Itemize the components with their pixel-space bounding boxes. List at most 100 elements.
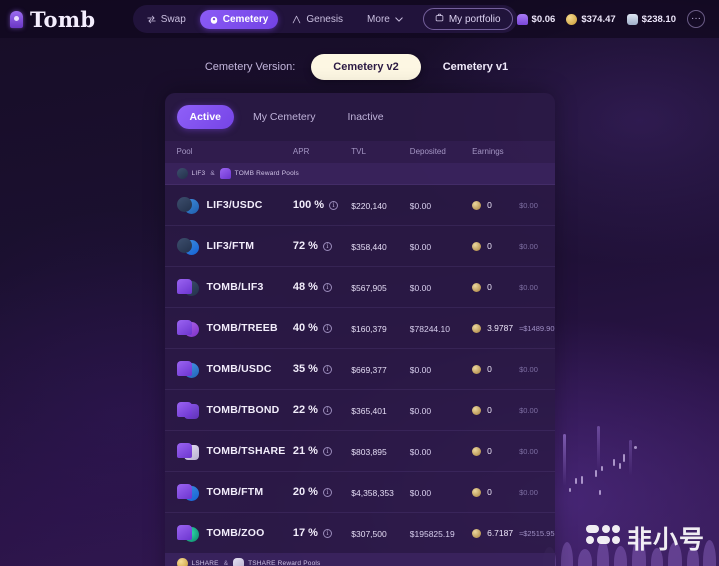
cell-earnings: 0 $0.00: [472, 472, 554, 513]
info-icon[interactable]: i: [322, 487, 332, 497]
price-value: $0.06: [531, 13, 556, 25]
version-label: Cemetery Version:: [204, 61, 296, 73]
pool-name: TOMB/TREEB: [206, 322, 278, 334]
earnings-amount: 0: [487, 241, 492, 251]
reward-coin-icon: [472, 200, 482, 210]
brand-logo[interactable]: Tomb: [10, 7, 133, 32]
token-pair-icon: [176, 524, 199, 542]
token-icon-tomb: [176, 360, 192, 376]
header-prices: $0.06 $374.47 $238.10 ···: [516, 10, 709, 28]
tab-inactive[interactable]: Inactive: [334, 105, 396, 129]
table-header-row: Pool APR TVL Deposited Earnings: [164, 141, 555, 163]
cell-apr: 48 % i: [293, 267, 351, 308]
nav-item-swap[interactable]: Swap: [137, 10, 196, 29]
apr-value: 17 %: [292, 527, 318, 539]
tvl-value: $803,895: [351, 447, 387, 457]
group-label: TSHARE Reward Pools: [248, 560, 321, 566]
nav-item-cemetery[interactable]: Cemetery: [199, 9, 279, 29]
briefcase-icon: [435, 13, 444, 25]
price-value: $374.47: [581, 13, 616, 25]
table-row[interactable]: TOMB/TREEB 40 % i $160,379 $78244.10 3.9787 ≈$…: [164, 307, 555, 349]
info-icon[interactable]: i: [322, 405, 332, 415]
info-icon[interactable]: i: [329, 200, 339, 210]
price-tomb[interactable]: $0.06: [516, 13, 556, 25]
ellipsis-icon[interactable]: ···: [687, 10, 705, 28]
cell-pool: LIF3/FTM: [165, 226, 293, 267]
tvl-value: $669,377: [351, 365, 387, 375]
token-icon-tomb: [176, 319, 192, 335]
token-icon-tomb: [176, 442, 192, 458]
table-row[interactable]: TOMB/USDC 35 % i $669,377 $0.00 0 $0.00: [164, 348, 555, 390]
nav-item-more[interactable]: More: [357, 10, 413, 29]
app-root: Tomb Swap Cemetery Genesis More My portf…: [0, 0, 719, 566]
pools-table: Pool APR TVL Deposited Earnings LIF3 & TOM…: [164, 141, 555, 566]
pool-name: LIF3/USDC: [206, 199, 263, 211]
version-option-v2[interactable]: Cemetery v2: [311, 54, 421, 80]
info-icon[interactable]: i: [322, 364, 332, 374]
tab-active[interactable]: Active: [176, 105, 235, 129]
table-row[interactable]: TOMB/TBOND 22 % i $365,401 $0.00 0 $0.00: [164, 389, 555, 431]
column-header-apr: APR: [292, 141, 352, 163]
tshare-coin-icon: [566, 13, 578, 25]
tomb-token-icon: [219, 168, 231, 179]
cell-earnings: 0 $0.00: [472, 185, 554, 226]
price-tshare[interactable]: $374.47: [566, 13, 616, 25]
tab-my-cemetery[interactable]: My Cemetery: [240, 105, 328, 129]
deposited-value: $0.00: [409, 447, 432, 457]
tvl-value: $220,140: [351, 201, 387, 211]
pool-name: LIF3/FTM: [206, 240, 255, 252]
watermark-logo-icon: [585, 523, 620, 553]
info-icon[interactable]: i: [322, 241, 332, 251]
tvl-value: $307,500: [351, 529, 387, 539]
apr-value: 22 %: [292, 404, 318, 416]
app-header: Tomb Swap Cemetery Genesis More My portf…: [0, 0, 719, 38]
earnings-usd: $0.00: [519, 446, 538, 456]
table-row[interactable]: LIF3/FTM 72 % i $358,440 $0.00 0 $0.00: [164, 225, 555, 267]
main-nav: Swap Cemetery Genesis More My portfolio: [132, 5, 517, 33]
info-icon[interactable]: i: [322, 446, 332, 456]
pools-table-head: Pool APR TVL Deposited Earnings: [164, 141, 555, 163]
cell-apr: 20 % i: [293, 472, 351, 513]
tvl-value: $160,379: [351, 324, 387, 334]
grave: [703, 540, 716, 566]
spark: [619, 463, 621, 469]
info-icon[interactable]: i: [322, 282, 332, 292]
table-row[interactable]: TOMB/TSHARE 21 % i $803,895 $0.00 0 $0.00: [164, 430, 555, 472]
spark: [623, 454, 625, 462]
cell-pool: TOMB/TBOND: [165, 390, 293, 431]
my-portfolio-button[interactable]: My portfolio: [422, 8, 513, 30]
deposited-value: $0.00: [409, 488, 432, 498]
tomb-stone-icon: [210, 14, 218, 24]
watermark: 非小号: [585, 520, 705, 556]
column-header-deposited: Deposited: [409, 141, 473, 163]
reward-pool-group-header: LSHARE & TSHARE Reward Pools: [164, 553, 555, 566]
price-lif3[interactable]: $238.10: [626, 13, 676, 25]
cell-pool: TOMB/ZOO: [165, 513, 293, 554]
apr-value: 100 %: [292, 199, 325, 211]
grave: [561, 542, 573, 566]
info-icon[interactable]: i: [322, 528, 332, 538]
version-option-v1[interactable]: Cemetery v1: [437, 54, 514, 80]
cell-earnings: 6.7187 ≈$2515.95: [472, 513, 555, 554]
table-row[interactable]: TOMB/FTM 20 % i $4,358,353 $0.00 0 $0.00: [164, 471, 555, 513]
earnings-amount: 3.9787: [487, 323, 514, 333]
cell-tvl: $567,905: [351, 267, 410, 308]
grave: [687, 546, 699, 566]
column-header-pool: Pool: [164, 141, 293, 163]
pool-name: TOMB/ZOO: [206, 527, 265, 539]
cell-apr: 35 % i: [293, 349, 351, 390]
token-pair-icon: [176, 196, 199, 214]
portfolio-label: My portfolio: [448, 13, 501, 25]
chevron-down-icon: [395, 16, 403, 22]
table-row[interactable]: TOMB/ZOO 17 % i $307,500 $195825.19 6.7187 ≈$2…: [164, 512, 555, 554]
cell-tvl: $358,440: [351, 226, 410, 267]
table-row[interactable]: TOMB/LIF3 48 % i $567,905 $0.00 0 $0.00: [164, 266, 555, 308]
reward-coin-icon: [472, 323, 482, 333]
spark: [569, 488, 571, 492]
earnings-amount: 0: [487, 405, 492, 415]
tomb-coin-icon: [516, 13, 528, 25]
nav-item-genesis[interactable]: Genesis: [282, 10, 353, 29]
table-row[interactable]: LIF3/USDC 100 % i $220,140 $0.00 0 $0.00: [164, 184, 555, 226]
grave: [578, 549, 592, 566]
info-icon[interactable]: i: [322, 323, 332, 333]
